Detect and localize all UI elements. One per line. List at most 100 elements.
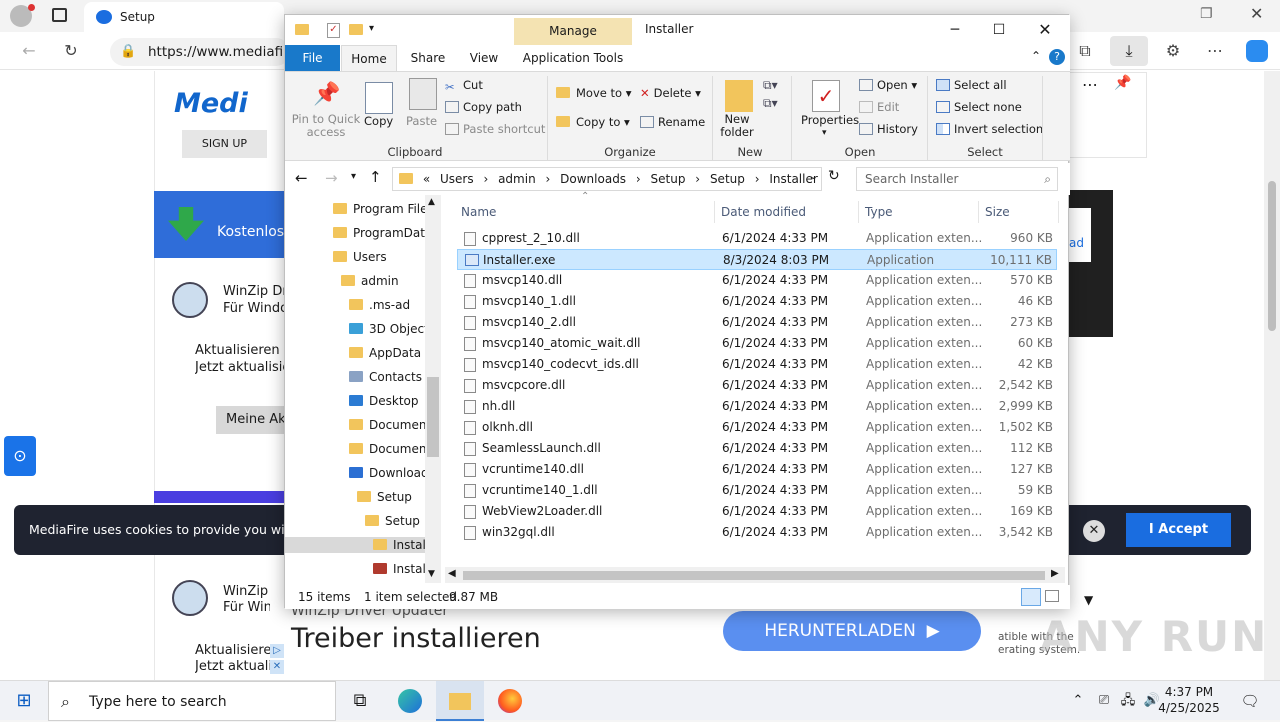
- tree-item[interactable]: Downloads: [349, 465, 435, 481]
- rename-button[interactable]: Rename: [640, 115, 705, 129]
- breadcrumb-item-setup-2[interactable]: Setup: [710, 172, 745, 186]
- breadcrumb-item-admin[interactable]: admin: [498, 172, 536, 186]
- cut-button[interactable]: ✂ Cut: [445, 78, 483, 94]
- invert-selection-button[interactable]: Invert selection: [936, 122, 1043, 136]
- back-icon[interactable]: ←: [14, 36, 44, 66]
- new-item-icon[interactable]: ⧉▾ ⧉▾: [763, 76, 783, 114]
- pin-icon[interactable]: 📌: [1114, 75, 1131, 91]
- tree-item[interactable]: Installer: [285, 537, 441, 553]
- taskbar-search[interactable]: ⌕ Type here to search: [48, 681, 336, 721]
- file-row[interactable]: vcruntime140_1.dll 6/1/2024 4:33 PM Applic…: [457, 480, 1057, 501]
- back-arrow-icon[interactable]: ←: [295, 169, 308, 187]
- tree-item[interactable]: ProgramData: [333, 225, 432, 241]
- breadcrumb-item-users[interactable]: Users: [440, 172, 474, 186]
- address-bar[interactable]: 🔒 https://www.mediafire: [110, 38, 290, 66]
- close-window-icon[interactable]: ✕: [1023, 17, 1067, 43]
- pin-to-quick-access-button[interactable]: Pin to Quick access: [291, 113, 361, 139]
- move-to-button[interactable]: Move to ▾: [556, 86, 631, 100]
- properties-dropdown-icon[interactable]: ▾: [822, 126, 827, 140]
- file-row[interactable]: msvcp140_2.dll 6/1/2024 4:33 PM Applicatio…: [457, 312, 1057, 333]
- ad-info-icon[interactable]: ▷: [270, 644, 284, 658]
- meine-button[interactable]: Meine Ak: [216, 406, 284, 434]
- tab-home[interactable]: Home: [341, 45, 397, 71]
- horizontal-scrollbar[interactable]: ◀ ▶: [445, 567, 1065, 583]
- file-row[interactable]: msvcp140_1.dll 6/1/2024 4:33 PM Applicatio…: [457, 291, 1057, 312]
- ad-dropdown-icon[interactable]: ▼: [1084, 593, 1093, 607]
- breadcrumb[interactable]: « Users › admin › Downloads › Setup › Se…: [392, 167, 822, 191]
- new-folder-button[interactable]: New folder: [717, 113, 757, 139]
- tree-item[interactable]: admin: [341, 273, 399, 289]
- horizontal-scroll-thumb[interactable]: [463, 571, 1045, 580]
- details-view-icon[interactable]: [1021, 588, 1041, 606]
- tab-share[interactable]: Share: [403, 45, 453, 71]
- taskbar-clock[interactable]: 4:37 PM 4/25/2025: [1158, 684, 1220, 716]
- maximize-icon[interactable]: ☐: [977, 17, 1021, 43]
- file-row[interactable]: WebView2Loader.dll 6/1/2024 4:33 PM Applic…: [457, 501, 1057, 522]
- search-installer-input[interactable]: Search Installer ⌕: [856, 167, 1058, 191]
- network-icon[interactable]: 🖧: [1116, 681, 1140, 721]
- right-promo-text[interactable]: ad: [1069, 208, 1091, 262]
- tree-item[interactable]: Contacts: [349, 369, 422, 385]
- column-type[interactable]: Type: [859, 201, 979, 223]
- copy-button[interactable]: Copy: [364, 114, 393, 128]
- file-explorer-icon[interactable]: [436, 681, 484, 721]
- tree-item[interactable]: Program Files: [333, 201, 434, 217]
- up-arrow-icon[interactable]: ↑: [369, 168, 382, 186]
- tree-item[interactable]: 3D Objects: [349, 321, 435, 337]
- signup-button[interactable]: SIGN UP: [182, 130, 267, 158]
- forward-arrow-icon[interactable]: →: [325, 169, 338, 187]
- delete-button[interactable]: ✕ Delete ▾: [640, 86, 701, 100]
- breadcrumb-item-downloads[interactable]: Downloads: [560, 172, 626, 186]
- scroll-left-icon[interactable]: ◀: [448, 568, 456, 579]
- file-row[interactable]: msvcp140_codecvt_ids.dll 6/1/2024 4:33 PM…: [457, 354, 1057, 375]
- more-icon[interactable]: ⋯: [1200, 36, 1230, 66]
- file-row[interactable]: vcruntime140.dll 6/1/2024 4:33 PM Applicat…: [457, 459, 1057, 480]
- cookie-close-icon[interactable]: ✕: [1083, 520, 1105, 542]
- column-size[interactable]: Size: [979, 201, 1059, 223]
- tray-chevron-icon[interactable]: ⌃: [1066, 681, 1090, 721]
- side-settings-button[interactable]: ⊙: [4, 436, 36, 476]
- tree-item[interactable]: Setup: [357, 489, 412, 505]
- recent-dropdown-icon[interactable]: ▾: [351, 171, 356, 182]
- paste-shortcut-button[interactable]: Paste shortcut: [445, 122, 545, 136]
- firefox-icon[interactable]: [486, 681, 534, 721]
- properties-button[interactable]: Properties: [801, 113, 859, 127]
- mediafire-logo[interactable]: Medi: [174, 88, 248, 119]
- tab-setup[interactable]: Setup: [84, 2, 284, 32]
- scroll-right-icon[interactable]: ▶: [1051, 568, 1059, 579]
- select-all-button[interactable]: Select all: [936, 78, 1007, 92]
- properties-quick-icon[interactable]: ✓: [327, 23, 340, 38]
- file-row[interactable]: msvcpcore.dll 6/1/2024 4:33 PM Application…: [457, 375, 1057, 396]
- column-date-modified[interactable]: Date modified: [715, 201, 859, 223]
- ad-close-icon[interactable]: ✕: [270, 660, 284, 674]
- history-button[interactable]: History: [859, 122, 918, 136]
- tab-file[interactable]: File: [285, 45, 340, 71]
- breadcrumb-item-setup[interactable]: Setup: [651, 172, 686, 186]
- copilot-icon[interactable]: [1246, 40, 1268, 62]
- downloads-button[interactable]: ⤓: [1110, 36, 1148, 66]
- tree-item[interactable]: .ms-ad: [349, 297, 410, 313]
- notifications-icon[interactable]: 🗨: [1230, 681, 1270, 721]
- help-icon[interactable]: ?: [1049, 49, 1065, 65]
- tree-item[interactable]: Setup: [365, 513, 420, 529]
- tab-actions-icon[interactable]: [52, 8, 67, 22]
- column-name[interactable]: Name: [455, 201, 715, 223]
- tab-view[interactable]: View: [461, 45, 507, 71]
- file-row[interactable]: cpprest_2_10.dll 6/1/2024 4:33 PM Applicat…: [457, 228, 1057, 249]
- qat-dropdown-icon[interactable]: ▾: [369, 23, 374, 34]
- extensions-icon[interactable]: ⚙: [1158, 36, 1188, 66]
- new-folder-quick-icon[interactable]: [349, 24, 363, 35]
- tray-device-icon[interactable]: ⎚: [1092, 681, 1116, 721]
- edge-icon[interactable]: [386, 681, 434, 721]
- windows-start-icon[interactable]: ⊞: [0, 681, 48, 721]
- minimize-icon[interactable]: ─: [933, 17, 977, 43]
- breadcrumb-overflow[interactable]: «: [423, 172, 430, 186]
- file-row[interactable]: nh.dll 6/1/2024 4:33 PM Application exten.…: [457, 396, 1057, 417]
- file-row[interactable]: Installer.exe 8/3/2024 8:03 PM Application…: [457, 249, 1057, 270]
- file-row[interactable]: msvcp140_atomic_wait.dll 6/1/2024 4:33 PM…: [457, 333, 1057, 354]
- close-icon[interactable]: ✕: [1250, 4, 1263, 23]
- open-button[interactable]: Open ▾: [859, 78, 917, 92]
- collections-icon[interactable]: ⧉: [1070, 36, 1100, 66]
- large-icons-view-icon[interactable]: [1045, 590, 1059, 602]
- copy-to-button[interactable]: Copy to ▾: [556, 115, 630, 129]
